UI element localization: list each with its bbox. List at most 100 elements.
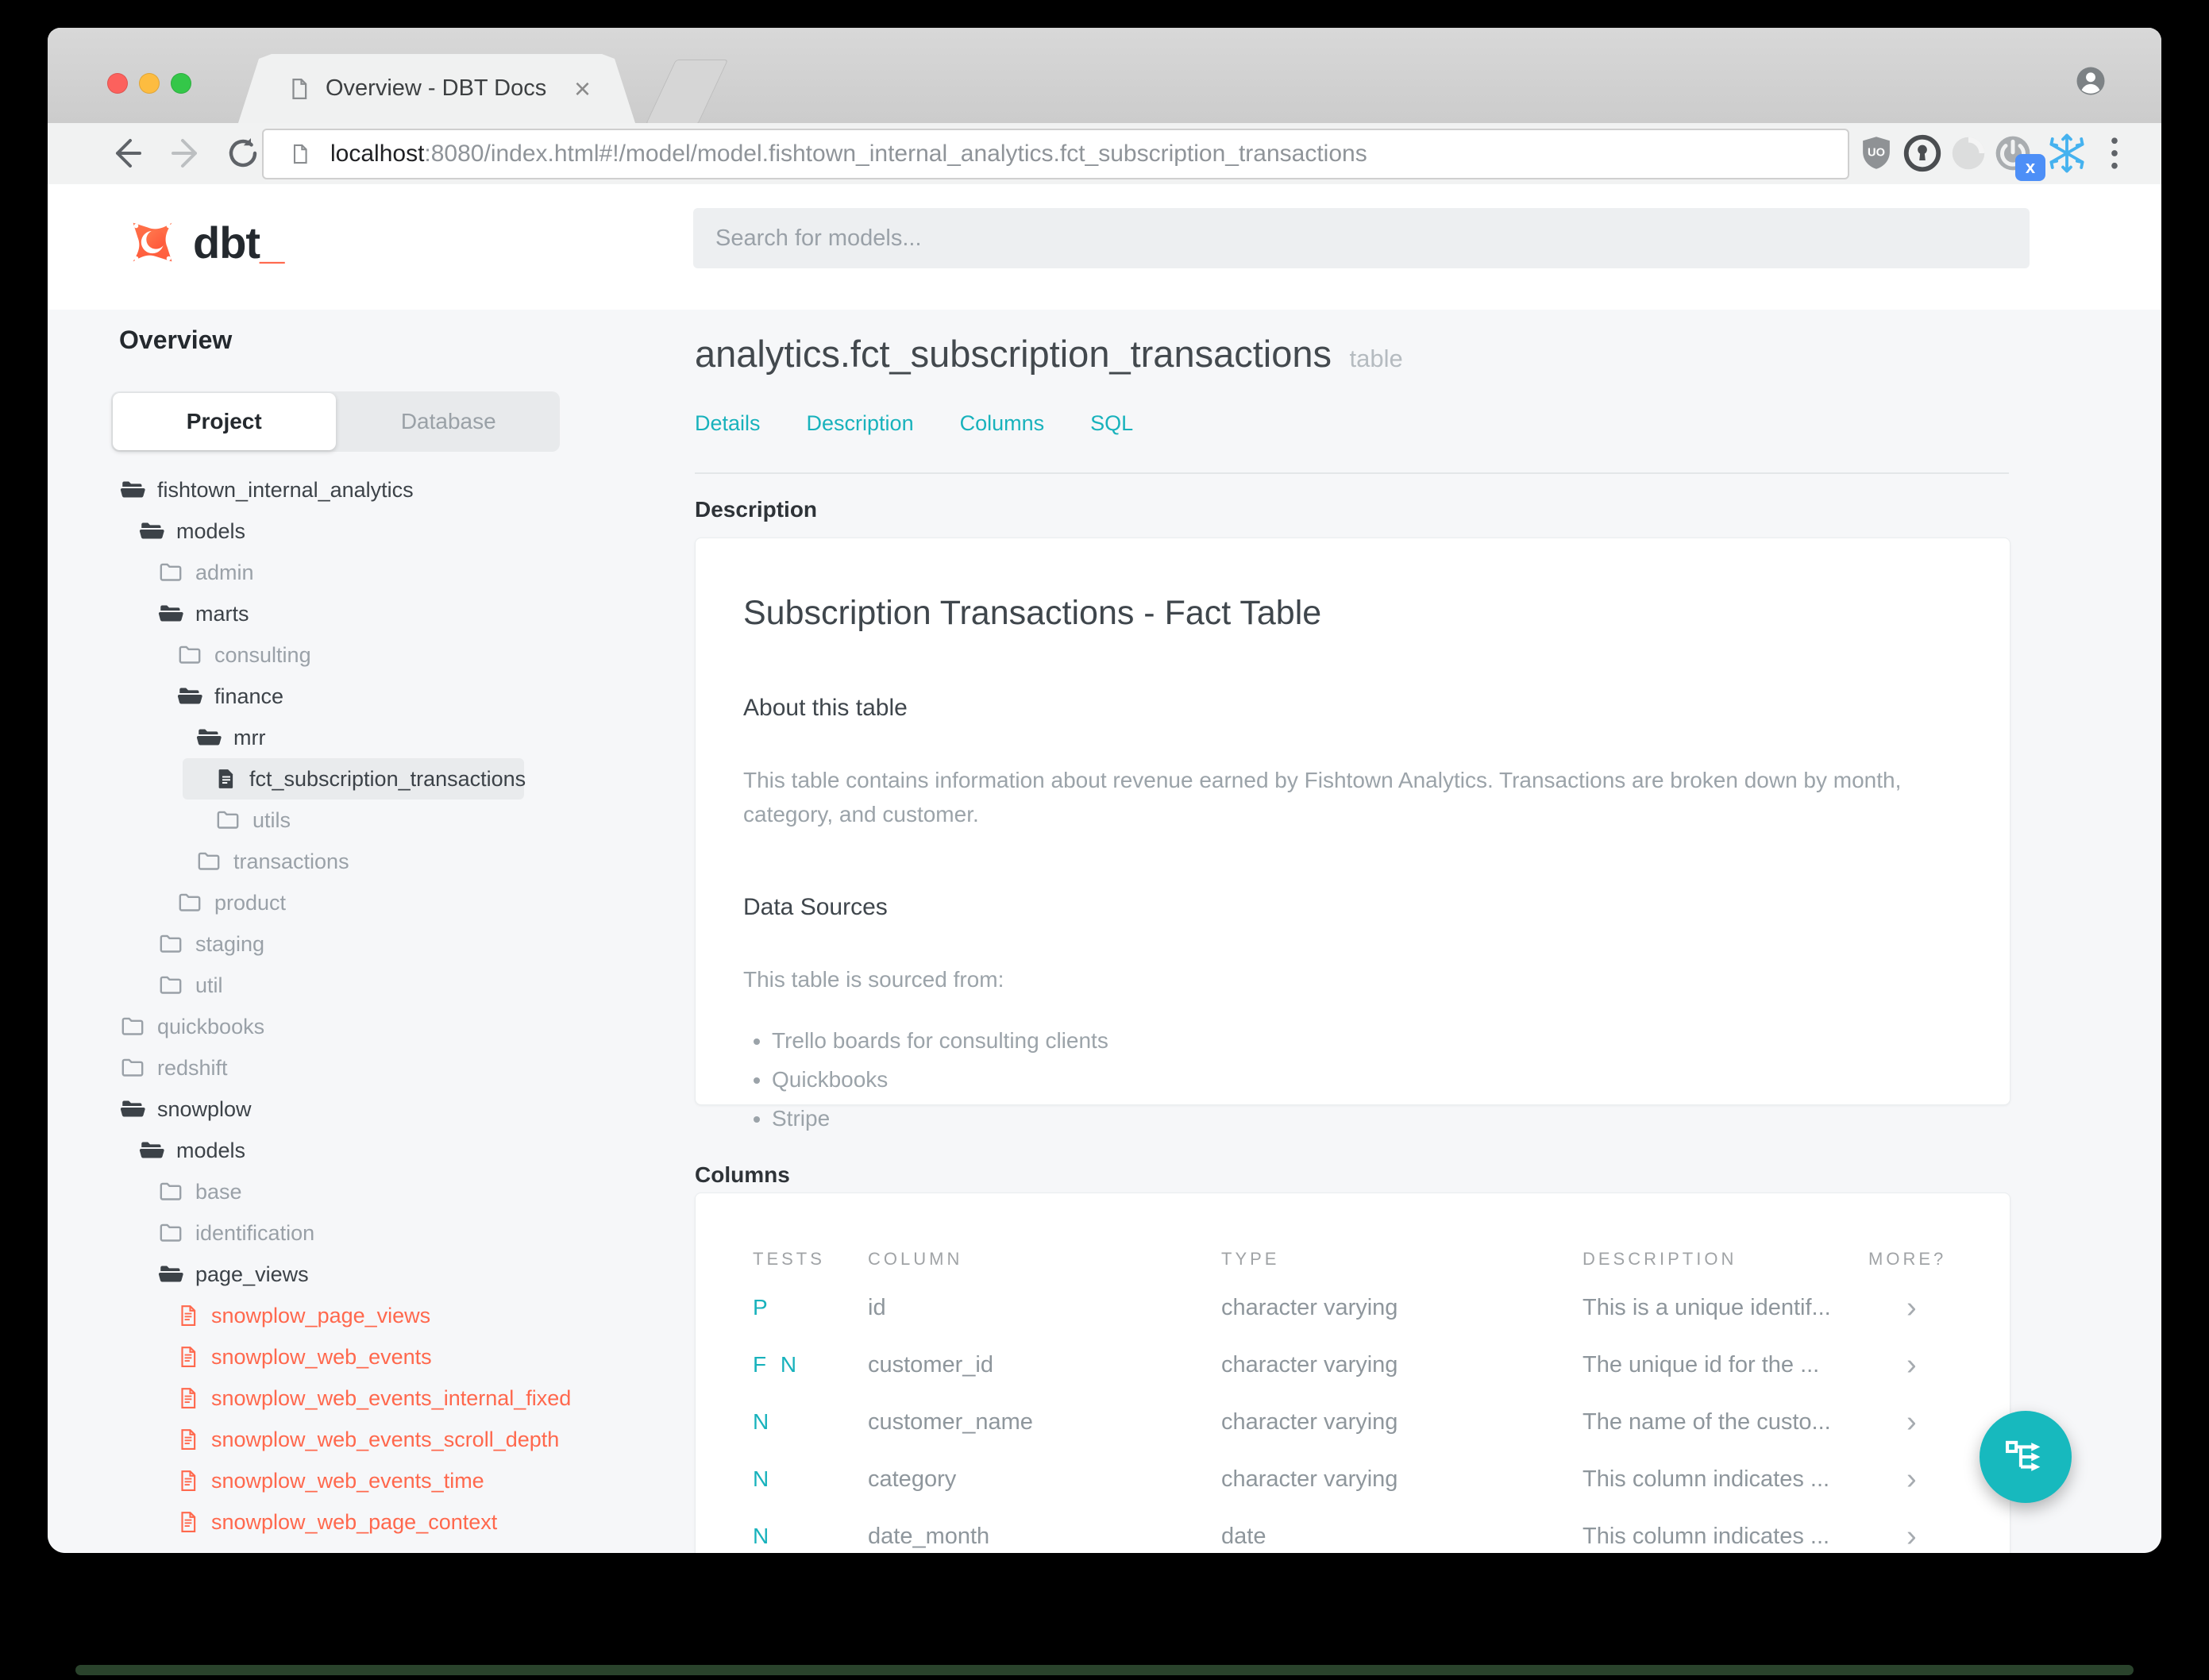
column-name-cell: date_month <box>868 1523 990 1549</box>
back-button[interactable] <box>108 134 146 172</box>
tree-item-marts[interactable]: marts <box>157 593 249 634</box>
zoom-window-button[interactable] <box>171 73 191 94</box>
tree-item-consulting[interactable]: consulting <box>176 634 311 676</box>
reload-button[interactable] <box>224 134 262 172</box>
model-title-row: analytics.fct_subscription_transactions … <box>695 332 1403 376</box>
table-row-category[interactable]: Ncategory character varying This column in… <box>753 1451 1960 1508</box>
url-bar[interactable]: localhost:8080/index.html#!/model/model.… <box>262 129 1849 179</box>
minimize-window-button[interactable] <box>139 73 160 94</box>
folder-closed-icon <box>160 1182 182 1200</box>
tree-item-transactions[interactable]: transactions <box>195 841 349 882</box>
tree-item-admin[interactable]: admin <box>157 552 254 593</box>
tree-item-snowplow_page_views[interactable]: snowplow_page_views <box>176 1295 430 1336</box>
forward-button[interactable] <box>167 134 205 172</box>
tree-item-label: staging <box>195 931 265 956</box>
tree-item-snowplow_web_events[interactable]: snowplow_web_events <box>176 1336 432 1378</box>
doc-sources-heading: Data Sources <box>743 893 888 920</box>
tree-item-models[interactable]: models <box>138 1130 245 1171</box>
browser-profile-avatar[interactable] <box>2074 64 2107 98</box>
ublock-extension-icon[interactable]: UO <box>1855 132 1898 175</box>
tree-item-label: snowplow <box>157 1096 252 1121</box>
file-icon <box>218 769 233 788</box>
tests-cell: N <box>753 1409 773 1434</box>
tree-item-label: snowplow_web_events_scroll_depth <box>211 1427 560 1451</box>
description-card: Subscription Transactions - Fact Table A… <box>695 538 2010 1131</box>
dbt-logo-text: dbt_ <box>193 217 284 268</box>
tree-item-product[interactable]: product <box>176 882 286 923</box>
nav-link-columns[interactable]: Columns <box>960 411 1045 436</box>
file-ref-icon <box>181 1347 196 1367</box>
tree-item-utils[interactable]: utils <box>214 800 291 841</box>
tree-item-snowplow_web_page_context[interactable]: snowplow_web_page_context <box>176 1501 497 1543</box>
folder-closed-icon <box>121 1058 144 1077</box>
expand-chevron-icon[interactable]: › <box>1868 1350 1960 1380</box>
tree-item-staging[interactable]: staging <box>157 923 264 965</box>
url-text: localhost:8080/index.html#!/model/model.… <box>330 141 1367 168</box>
snowflake-extension-icon[interactable] <box>2045 132 2088 175</box>
project-tree: fishtown_internal_analytics models admin ma… <box>48 310 686 1553</box>
tab-close-icon[interactable]: × <box>574 74 591 103</box>
search-input[interactable] <box>693 208 2030 268</box>
power-extension-icon[interactable]: x <box>1991 132 2045 181</box>
grammarly-extension-icon[interactable] <box>1947 132 1990 175</box>
tree-item-label: finance <box>214 684 284 708</box>
tree-item-page_views[interactable]: page_views <box>157 1254 309 1295</box>
lineage-graph-button[interactable] <box>1980 1411 2072 1503</box>
new-tab-button[interactable] <box>645 60 729 125</box>
onepassword-extension-icon[interactable] <box>1901 132 1944 175</box>
expand-chevron-icon[interactable]: › <box>1868 1464 1960 1494</box>
tree-item-snowplow_web_events_internal_fixed[interactable]: snowplow_web_events_internal_fixed <box>176 1378 571 1419</box>
expand-chevron-icon[interactable]: › <box>1868 1521 1960 1551</box>
section-nav: Details Description Columns SQL <box>695 411 1133 436</box>
folder-open-icon <box>139 1142 164 1158</box>
url-host: localhost <box>330 141 425 167</box>
dbt-logo-icon <box>133 222 172 262</box>
folder-closed-icon <box>179 893 201 911</box>
tree-item-label: snowplow_web_events <box>211 1344 432 1369</box>
tests-cell: F N <box>753 1352 801 1377</box>
file-ref-icon <box>181 1512 196 1532</box>
folder-open-icon <box>120 481 145 498</box>
column-header-tests: TESTS <box>753 1249 825 1269</box>
folder-open-icon <box>158 1266 183 1282</box>
browser-menu-icon[interactable] <box>2093 132 2136 175</box>
tree-item-redshift[interactable]: redshift <box>119 1047 228 1089</box>
file-ref-icon <box>181 1388 196 1408</box>
folder-open-icon <box>196 729 222 746</box>
tree-item-mrr[interactable]: mrr <box>195 717 265 758</box>
tree-item-identification[interactable]: identification <box>157 1212 314 1254</box>
tree-item-models[interactable]: models <box>138 511 245 552</box>
close-window-button[interactable] <box>107 73 128 94</box>
tree-item-snowplow[interactable]: snowplow <box>119 1089 252 1130</box>
tree-item-snowplow_web_events_scroll_depth[interactable]: snowplow_web_events_scroll_depth <box>176 1419 559 1460</box>
tree-item-label: snowplow_page_views <box>211 1303 431 1327</box>
expand-chevron-icon[interactable]: › <box>1868 1407 1960 1437</box>
folder-closed-icon <box>160 934 182 953</box>
columns-table: TESTS COLUMN TYPE DESCRIPTION MORE? Pid charac… <box>753 1239 1960 1553</box>
folder-open-icon <box>139 522 164 539</box>
table-row-customer_id[interactable]: F N customer_id character varying The uniqu… <box>753 1336 1960 1393</box>
column-header-type: TYPE <box>1221 1249 1280 1269</box>
dbt-logo[interactable]: dbt_ <box>123 213 284 272</box>
doc-sources-list: Trello boards for consulting clients Quic… <box>772 1028 2010 1131</box>
nav-link-description[interactable]: Description <box>807 411 914 436</box>
tree-item-label: consulting <box>214 642 311 667</box>
tests-cell: P <box>753 1295 772 1320</box>
nav-link-details[interactable]: Details <box>695 411 761 436</box>
description-section-label: Description <box>695 497 818 522</box>
table-row-id[interactable]: Pid character varying This is a unique ide… <box>753 1279 1960 1336</box>
divider <box>695 472 2009 474</box>
expand-chevron-icon[interactable]: › <box>1868 1293 1960 1323</box>
tree-item-snowplow_web_events_time[interactable]: snowplow_web_events_time <box>176 1460 484 1501</box>
nav-link-sql[interactable]: SQL <box>1090 411 1133 436</box>
tree-item-fishtown_internal_analytics[interactable]: fishtown_internal_analytics <box>119 469 414 511</box>
tree-item-quickbooks[interactable]: quickbooks <box>119 1006 264 1047</box>
tree-item-util[interactable]: util <box>157 965 223 1006</box>
type-cell: date <box>1221 1523 1266 1549</box>
browser-tab[interactable]: Overview - DBT Docs × <box>238 54 635 123</box>
table-row-customer_name[interactable]: Ncustomer_name character varying The name … <box>753 1393 1960 1451</box>
tree-item-finance[interactable]: finance <box>176 676 283 717</box>
table-row-date_month[interactable]: Ndate_month date This column indicates ...… <box>753 1508 1960 1553</box>
tree-item-base[interactable]: base <box>157 1171 242 1212</box>
tree-item-fct_subscription_transactions[interactable]: fct_subscription_transactions <box>183 758 526 800</box>
